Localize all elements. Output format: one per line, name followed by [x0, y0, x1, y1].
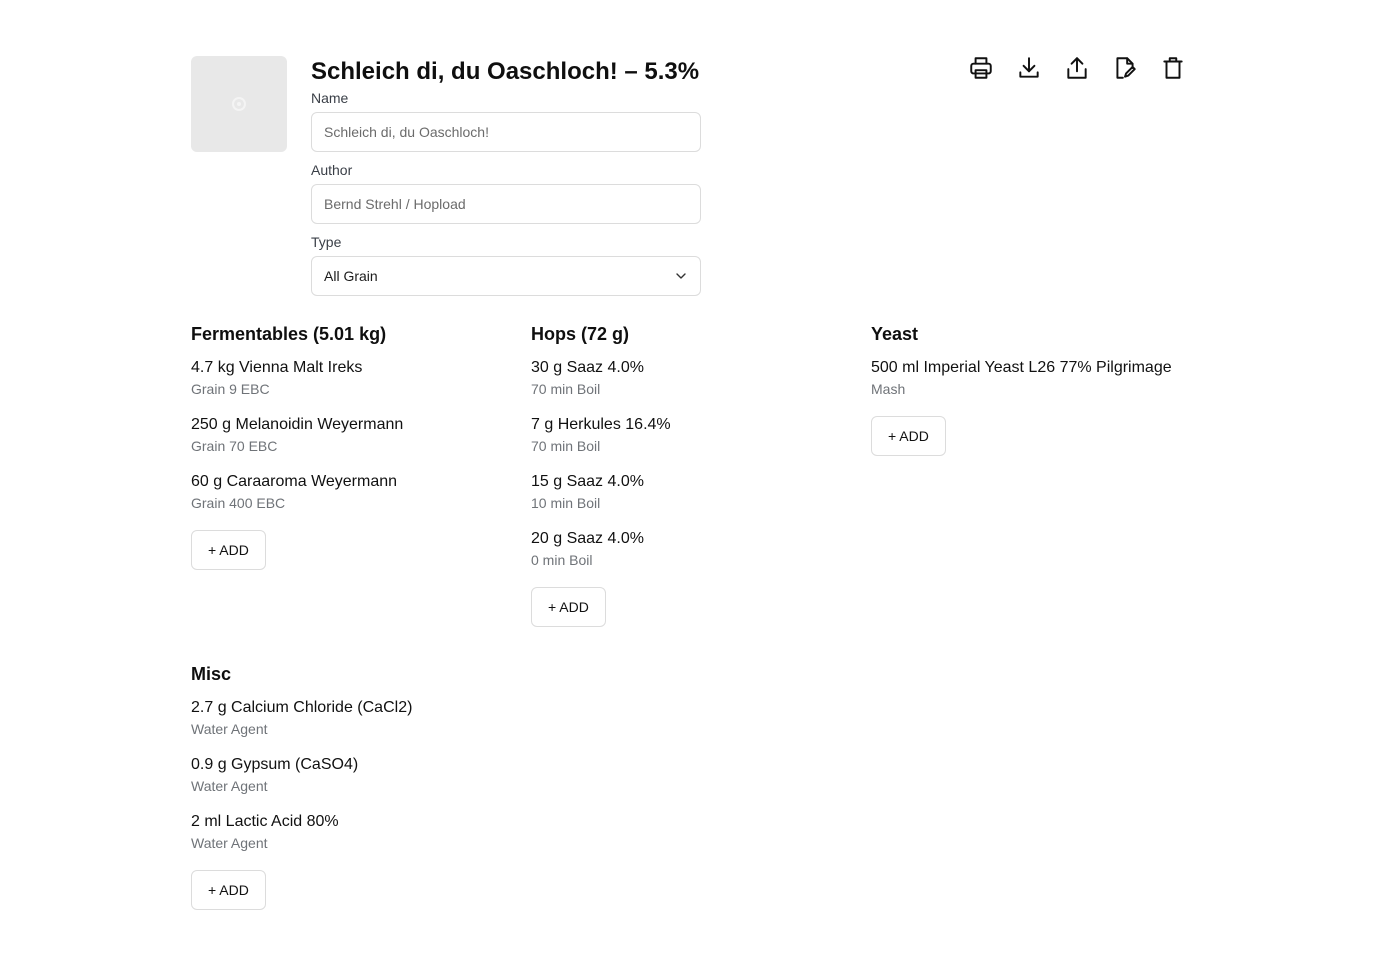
recipe-toolbar: [966, 53, 1190, 85]
add-yeast-button[interactable]: + ADD: [871, 416, 946, 456]
item-detail: 70 min Boil: [531, 438, 601, 454]
item-detail: 0 min Boil: [531, 552, 593, 568]
item-name: 7 g Herkules 16.4%: [531, 416, 671, 433]
item-detail: 70 min Boil: [531, 381, 601, 397]
item-name: 500 ml Imperial Yeast L26 77% Pilgrimage: [871, 359, 1172, 376]
image-placeholder-icon: [232, 97, 246, 111]
name-input[interactable]: [311, 112, 701, 152]
list-item[interactable]: 60 g Caraaroma Weyermann Grain 400 EBC: [191, 471, 521, 513]
printer-icon: [970, 57, 992, 79]
fermentables-section: Fermentables (5.01 kg) 4.7 kg Vienna Mal…: [191, 322, 521, 570]
list-item[interactable]: 15 g Saaz 4.0% 10 min Boil: [531, 471, 861, 513]
list-item[interactable]: 4.7 kg Vienna Malt Ireks Grain 9 EBC: [191, 357, 521, 399]
add-fermentable-button[interactable]: + ADD: [191, 530, 266, 570]
recipe-image-placeholder[interactable]: [191, 56, 287, 152]
name-label: Name: [311, 90, 349, 106]
share-icon: [1067, 57, 1087, 79]
type-select-value: All Grain: [324, 268, 378, 284]
add-misc-button[interactable]: + ADD: [191, 870, 266, 910]
item-name: 20 g Saaz 4.0%: [531, 530, 644, 547]
item-detail: Mash: [871, 381, 906, 397]
author-label: Author: [311, 162, 353, 178]
author-input[interactable]: [311, 184, 701, 224]
item-name: 30 g Saaz 4.0%: [531, 359, 644, 376]
type-label: Type: [311, 234, 342, 250]
list-item[interactable]: 30 g Saaz 4.0% 70 min Boil: [531, 357, 861, 399]
download-button[interactable]: [1014, 53, 1044, 83]
misc-title: Misc: [191, 664, 232, 684]
list-item[interactable]: 500 ml Imperial Yeast L26 77% Pilgrimage…: [871, 357, 1201, 399]
item-name: 250 g Melanoidin Weyermann: [191, 416, 404, 433]
edit-file-icon: [1116, 57, 1136, 79]
fermentables-title: Fermentables (5.01 kg): [191, 324, 387, 344]
item-name: 15 g Saaz 4.0%: [531, 473, 644, 490]
delete-button[interactable]: [1158, 53, 1188, 83]
item-name: 2.7 g Calcium Chloride (CaCl2): [191, 699, 413, 716]
list-item[interactable]: 0.9 g Gypsum (CaSO4) Water Agent: [191, 754, 521, 796]
misc-section: Misc 2.7 g Calcium Chloride (CaCl2) Wate…: [191, 662, 521, 910]
yeast-title: Yeast: [871, 324, 919, 344]
type-select[interactable]: All Grain: [311, 256, 701, 296]
item-name: 60 g Caraaroma Weyermann: [191, 473, 398, 490]
item-detail: Grain 9 EBC: [191, 381, 270, 397]
list-item[interactable]: 250 g Melanoidin Weyermann Grain 70 EBC: [191, 414, 521, 456]
item-detail: 10 min Boil: [531, 495, 601, 511]
list-item[interactable]: 20 g Saaz 4.0% 0 min Boil: [531, 528, 861, 570]
list-item[interactable]: 7 g Herkules 16.4% 70 min Boil: [531, 414, 861, 456]
item-name: 4.7 kg Vienna Malt Ireks: [191, 359, 363, 376]
list-item[interactable]: 2.7 g Calcium Chloride (CaCl2) Water Age…: [191, 697, 521, 739]
item-detail: Water Agent: [191, 721, 268, 737]
hops-section: Hops (72 g) 30 g Saaz 4.0% 70 min Boil 7…: [531, 322, 861, 627]
page-title: Schleich di, du Oaschloch! – 5.3%: [311, 58, 700, 85]
yeast-section: Yeast 500 ml Imperial Yeast L26 77% Pilg…: [871, 322, 1201, 456]
item-name: 2 ml Lactic Acid 80%: [191, 813, 339, 830]
hops-title: Hops (72 g): [531, 324, 630, 344]
download-icon: [1019, 57, 1039, 78]
edit-file-button[interactable]: [1110, 53, 1140, 83]
item-detail: Water Agent: [191, 835, 268, 851]
chevron-down-icon: [676, 273, 686, 279]
trash-icon: [1163, 57, 1183, 79]
list-item[interactable]: 2 ml Lactic Acid 80% Water Agent: [191, 811, 521, 853]
add-hop-button[interactable]: + ADD: [531, 587, 606, 627]
item-detail: Water Agent: [191, 778, 268, 794]
print-button[interactable]: [966, 53, 996, 83]
item-name: 0.9 g Gypsum (CaSO4): [191, 756, 359, 773]
item-detail: Grain 400 EBC: [191, 495, 286, 511]
share-button[interactable]: [1062, 53, 1092, 83]
item-detail: Grain 70 EBC: [191, 438, 278, 454]
